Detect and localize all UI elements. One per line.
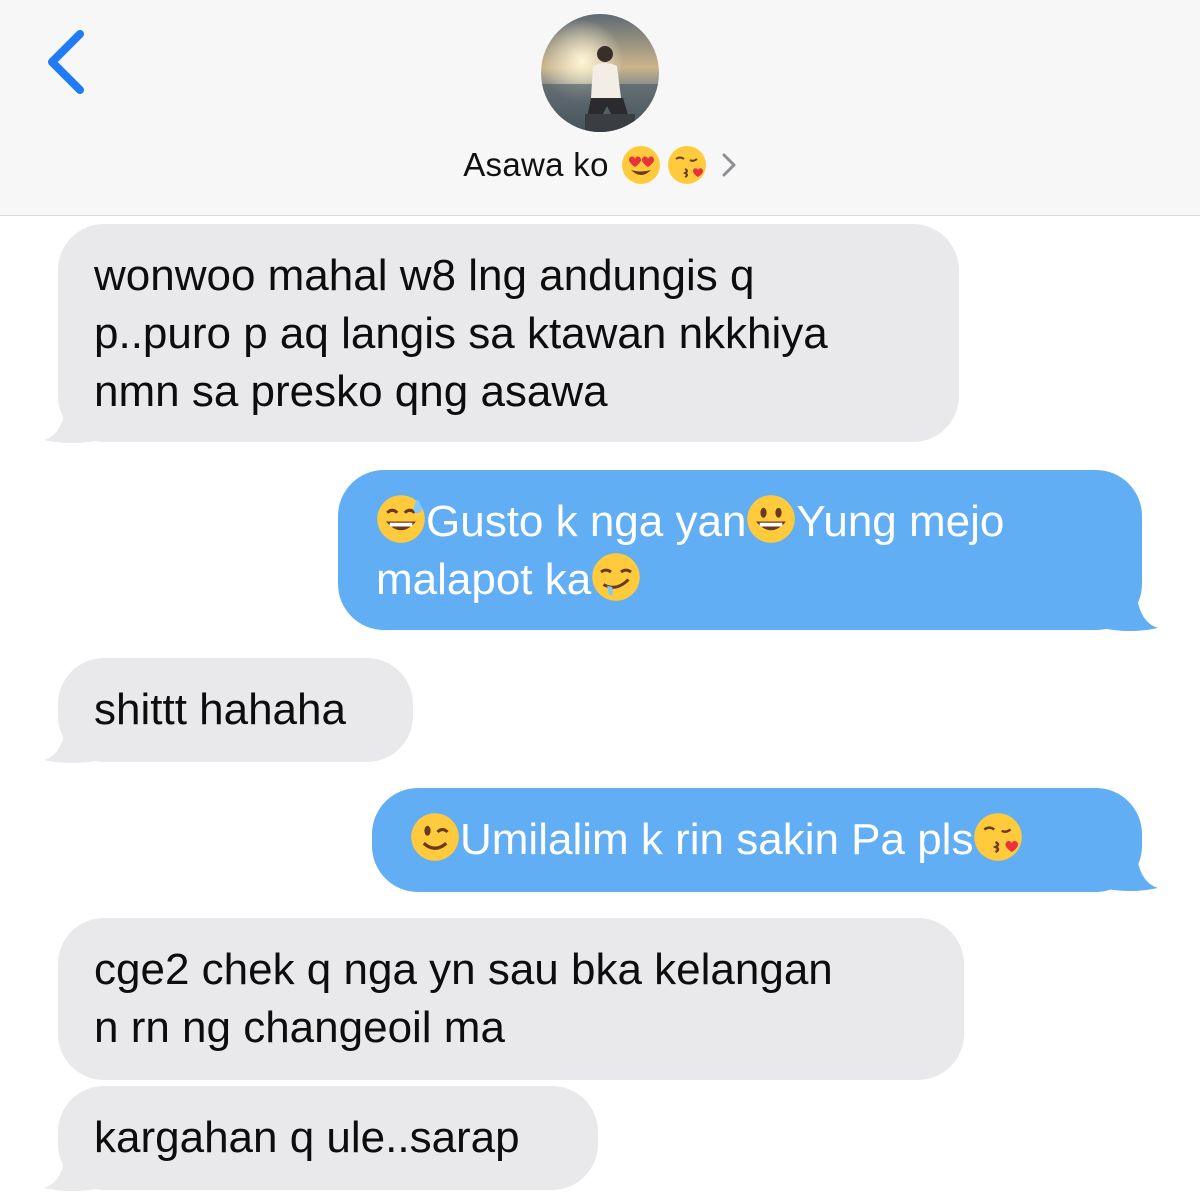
message-text: cge2 chek q nga yn sau bka kelangan: [94, 945, 833, 994]
outgoing-message[interactable]: Umilalim k rin sakin Pa pls: [372, 788, 1142, 892]
message-text: nmn sa presko qng asawa: [94, 367, 608, 416]
message-text: Gusto k nga yan: [426, 497, 747, 546]
message-text: kargahan q ule..sarap: [94, 1113, 520, 1162]
outgoing-message[interactable]: Gusto k nga yan Yung mejo malapot ka: [338, 470, 1142, 630]
grinning-emoji-icon: [747, 495, 796, 543]
message-text: Yung mejo: [796, 497, 1005, 546]
avatar-photo: [541, 14, 659, 132]
drooling-emoji-icon: [592, 553, 640, 601]
message-text: n rn ng changeoil ma: [94, 1003, 505, 1052]
contact-details-button[interactable]: Asawa ko: [0, 140, 1200, 190]
incoming-message[interactable]: cge2 chek q nga yn sau bka kelangan n rn…: [58, 918, 964, 1080]
message-text: p..puro p aq langis sa ktawan nkkhiya: [94, 309, 828, 358]
message-text: wonwoo mahal w8 lng andungis q: [94, 251, 755, 300]
back-button[interactable]: [40, 26, 92, 98]
heart-eyes-emoji-icon: [621, 146, 660, 184]
wink-emoji-icon: [411, 813, 459, 861]
contact-name: Asawa ko: [463, 146, 609, 183]
incoming-message[interactable]: shittt hahaha: [58, 658, 413, 762]
incoming-message[interactable]: kargahan q ule..sarap: [58, 1086, 598, 1190]
kissing-heart-emoji-icon: [974, 813, 1023, 861]
chevron-right-icon: [722, 153, 736, 177]
incoming-message[interactable]: wonwoo mahal w8 lng andungis q p..puro p…: [58, 224, 959, 442]
sweat-smile-emoji-icon: [377, 495, 425, 543]
message-text: shittt hahaha: [94, 685, 346, 734]
contact-avatar[interactable]: [541, 14, 659, 132]
conversation-header: Asawa ko: [0, 0, 1200, 216]
kissing-heart-emoji-icon: [667, 146, 706, 184]
message-text: malapot ka: [376, 555, 592, 604]
message-text: Umilalim k rin sakin Pa pls: [460, 815, 974, 864]
chevron-left-icon: [48, 30, 84, 94]
